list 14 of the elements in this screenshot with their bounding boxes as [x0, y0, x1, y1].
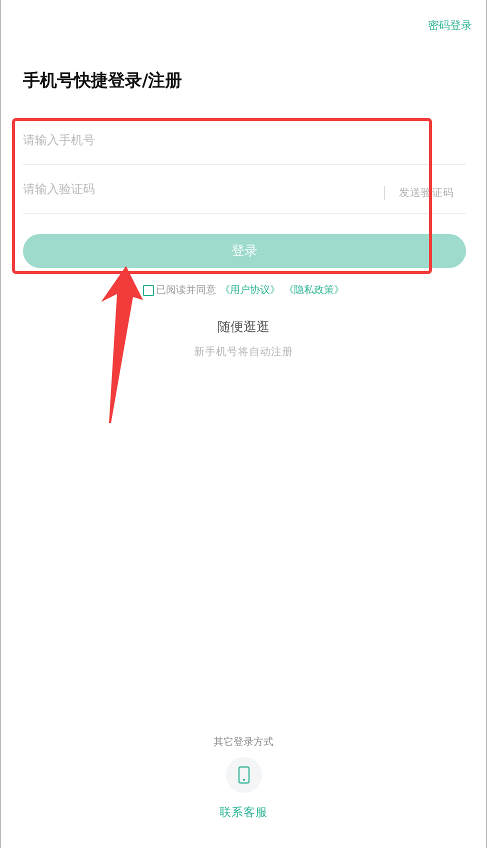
policy-link[interactable]: 《用户协议》 — [220, 283, 280, 297]
password-login-link[interactable]: 密码登录 — [428, 18, 472, 33]
phone-icon — [238, 766, 250, 784]
agreement-text: 已阅读并同意 — [156, 284, 216, 297]
agreement-checkbox[interactable] — [143, 284, 154, 296]
browse-button[interactable]: 随便逛逛 — [212, 317, 276, 337]
code-input-field[interactable]: 请输入验证码 — [23, 182, 384, 196]
contact-support-link[interactable]: 联系客服 — [220, 805, 268, 820]
page-title: 手机号快捷登录/注册 — [23, 70, 184, 92]
auto-register-hint: 新手机号将自动注册 — [194, 345, 293, 359]
other-login-label: 其它登录方式 — [214, 736, 274, 749]
policy-link[interactable]: 《隐私政策》 — [284, 283, 344, 297]
phone-input-field[interactable]: 请输入手机号 — [23, 133, 466, 147]
phone-login-button[interactable] — [226, 757, 262, 793]
